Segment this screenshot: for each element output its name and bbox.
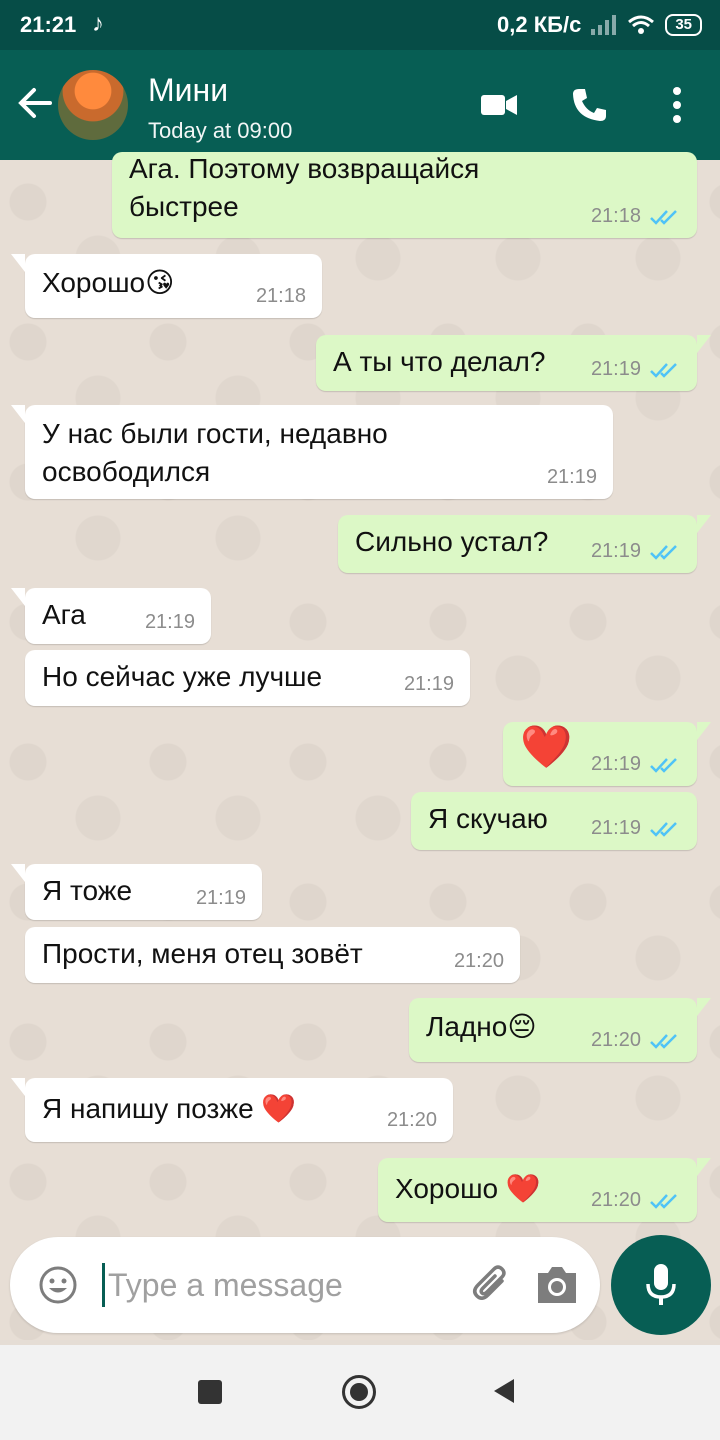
message-text: Прости, меня отец зовёт [42, 938, 363, 969]
message-meta: 21:20 [387, 1109, 437, 1132]
message-time: 21:19 [546, 466, 597, 488]
double-check-icon [650, 544, 677, 560]
message-time: 21:20 [453, 950, 504, 972]
message-meta: 21:19 [404, 673, 454, 696]
message-bubble-outgoing[interactable]: Сильно устал? 21:19 [338, 515, 711, 573]
system-navigation-bar [0, 1345, 720, 1440]
message-text: Ага [42, 599, 86, 630]
voice-record-button[interactable] [611, 1235, 711, 1335]
more-vertical-icon [673, 87, 681, 123]
message-meta: 21:18 [256, 285, 306, 308]
message-text: ❤️ [520, 723, 573, 770]
chat-header: Мини Today at 09:00 [0, 50, 720, 160]
message-meta: 21:20 [591, 1189, 681, 1212]
double-check-icon [650, 362, 677, 378]
message-text: У нас были гости, недавно освободился [42, 418, 388, 487]
network-speed: 0,2 КБ/с [497, 12, 582, 37]
home-button[interactable] [342, 1375, 376, 1409]
camera-icon[interactable] [534, 1263, 580, 1307]
message-bubble-outgoing[interactable]: Ладно😔 21:20 [409, 998, 711, 1062]
message-list[interactable]: Ага. Поэтому возвращайся быстрее 21:18 Х… [0, 152, 720, 1340]
message-text: Но сейчас уже лучше [42, 661, 323, 692]
tiktok-notification-icon: ♪ [92, 10, 104, 37]
status-bar: 21:21 ♪ 0,2 КБ/с 35 [0, 0, 720, 50]
message-meta: 21:19 [591, 753, 681, 776]
message-text: Я скучаю [428, 803, 548, 834]
last-seen-status[interactable]: Today at 09:00 [148, 118, 292, 144]
status-time: 21:21 [20, 12, 77, 37]
message-time: 21:19 [195, 887, 246, 909]
message-time: 21:19 [144, 611, 195, 633]
message-time: 21:19 [590, 753, 641, 775]
message-bubble-outgoing[interactable]: А ты что делал? 21:19 [316, 335, 711, 391]
message-bubble-incoming[interactable]: Ага 21:19 [11, 588, 211, 644]
message-bubble-incoming[interactable]: Я тоже 21:19 [11, 864, 262, 920]
contact-name[interactable]: Мини [148, 72, 228, 109]
message-meta: 21:20 [591, 1029, 681, 1052]
message-time: 21:20 [590, 1029, 641, 1051]
message-time: 21:20 [386, 1109, 437, 1131]
message-text: Ладно😔 [426, 1011, 537, 1042]
message-text: Сильно устал? [355, 526, 549, 557]
wifi-icon [628, 15, 655, 34]
signal-icon [591, 15, 617, 35]
message-bubble-outgoing[interactable]: Ага. Поэтому возвращайся быстрее 21:18 [112, 152, 697, 238]
double-check-icon [650, 1033, 677, 1049]
message-bubble-incoming[interactable]: Хорошо😘 21:18 [11, 254, 322, 318]
text-cursor [102, 1263, 105, 1307]
message-meta: 21:20 [454, 950, 504, 973]
message-composer [10, 1237, 600, 1333]
emoji-icon[interactable] [38, 1265, 78, 1305]
double-check-icon [650, 757, 677, 773]
status-right: 0,2 КБ/с 35 [497, 12, 702, 38]
microphone-icon [646, 1264, 676, 1305]
message-time: 21:19 [590, 817, 641, 839]
message-bubble-incoming[interactable]: Но сейчас уже лучше 21:19 [25, 650, 470, 706]
message-time: 21:18 [255, 285, 306, 307]
message-meta: 21:19 [547, 466, 597, 489]
recents-button[interactable] [198, 1380, 222, 1404]
message-bubble-incoming[interactable]: Я напишу позже ❤️ 21:20 [11, 1078, 453, 1142]
message-text: Хорошо😘 [42, 267, 175, 298]
message-text: Я тоже [42, 875, 133, 906]
message-meta: 21:18 [591, 205, 681, 228]
message-meta: 21:19 [591, 817, 681, 840]
video-camera-icon [481, 95, 517, 115]
message-text: Я напишу позже ❤️ [42, 1093, 297, 1124]
double-check-icon [650, 821, 677, 837]
message-text: Ага. Поэтому возвращайся быстрее [129, 153, 480, 222]
message-bubble-outgoing[interactable]: Я скучаю 21:19 [411, 792, 697, 850]
voice-call-button[interactable] [568, 84, 610, 126]
message-meta: 21:19 [591, 540, 681, 563]
more-options-button[interactable] [656, 84, 698, 126]
message-time: 21:19 [590, 358, 641, 380]
phone-icon [573, 89, 606, 121]
double-check-icon [650, 209, 677, 225]
video-call-button[interactable] [478, 84, 520, 126]
back-arrow-icon[interactable] [16, 84, 54, 122]
message-bubble-outgoing[interactable]: Хорошо ❤️ 21:20 [378, 1158, 711, 1222]
message-time: 21:18 [590, 205, 641, 227]
message-meta: 21:19 [196, 887, 246, 910]
message-text: А ты что делал? [333, 346, 546, 377]
message-input[interactable] [106, 1264, 460, 1306]
message-bubble-outgoing[interactable]: ❤️ 21:19 [503, 722, 711, 786]
message-time: 21:19 [403, 673, 454, 695]
message-bubble-incoming[interactable]: Прости, меня отец зовёт 21:20 [25, 927, 520, 983]
contact-avatar[interactable] [58, 70, 128, 140]
battery-indicator: 35 [665, 14, 702, 36]
double-check-icon [650, 1193, 677, 1209]
message-time: 21:20 [590, 1189, 641, 1211]
message-time: 21:19 [590, 540, 641, 562]
message-bubble-incoming[interactable]: У нас были гости, недавно освободился 21… [11, 405, 613, 499]
message-text: Хорошо ❤️ [395, 1173, 541, 1204]
back-button[interactable] [494, 1379, 514, 1403]
paperclip-icon[interactable] [468, 1261, 516, 1309]
message-meta: 21:19 [591, 358, 681, 381]
message-meta: 21:19 [145, 611, 195, 634]
